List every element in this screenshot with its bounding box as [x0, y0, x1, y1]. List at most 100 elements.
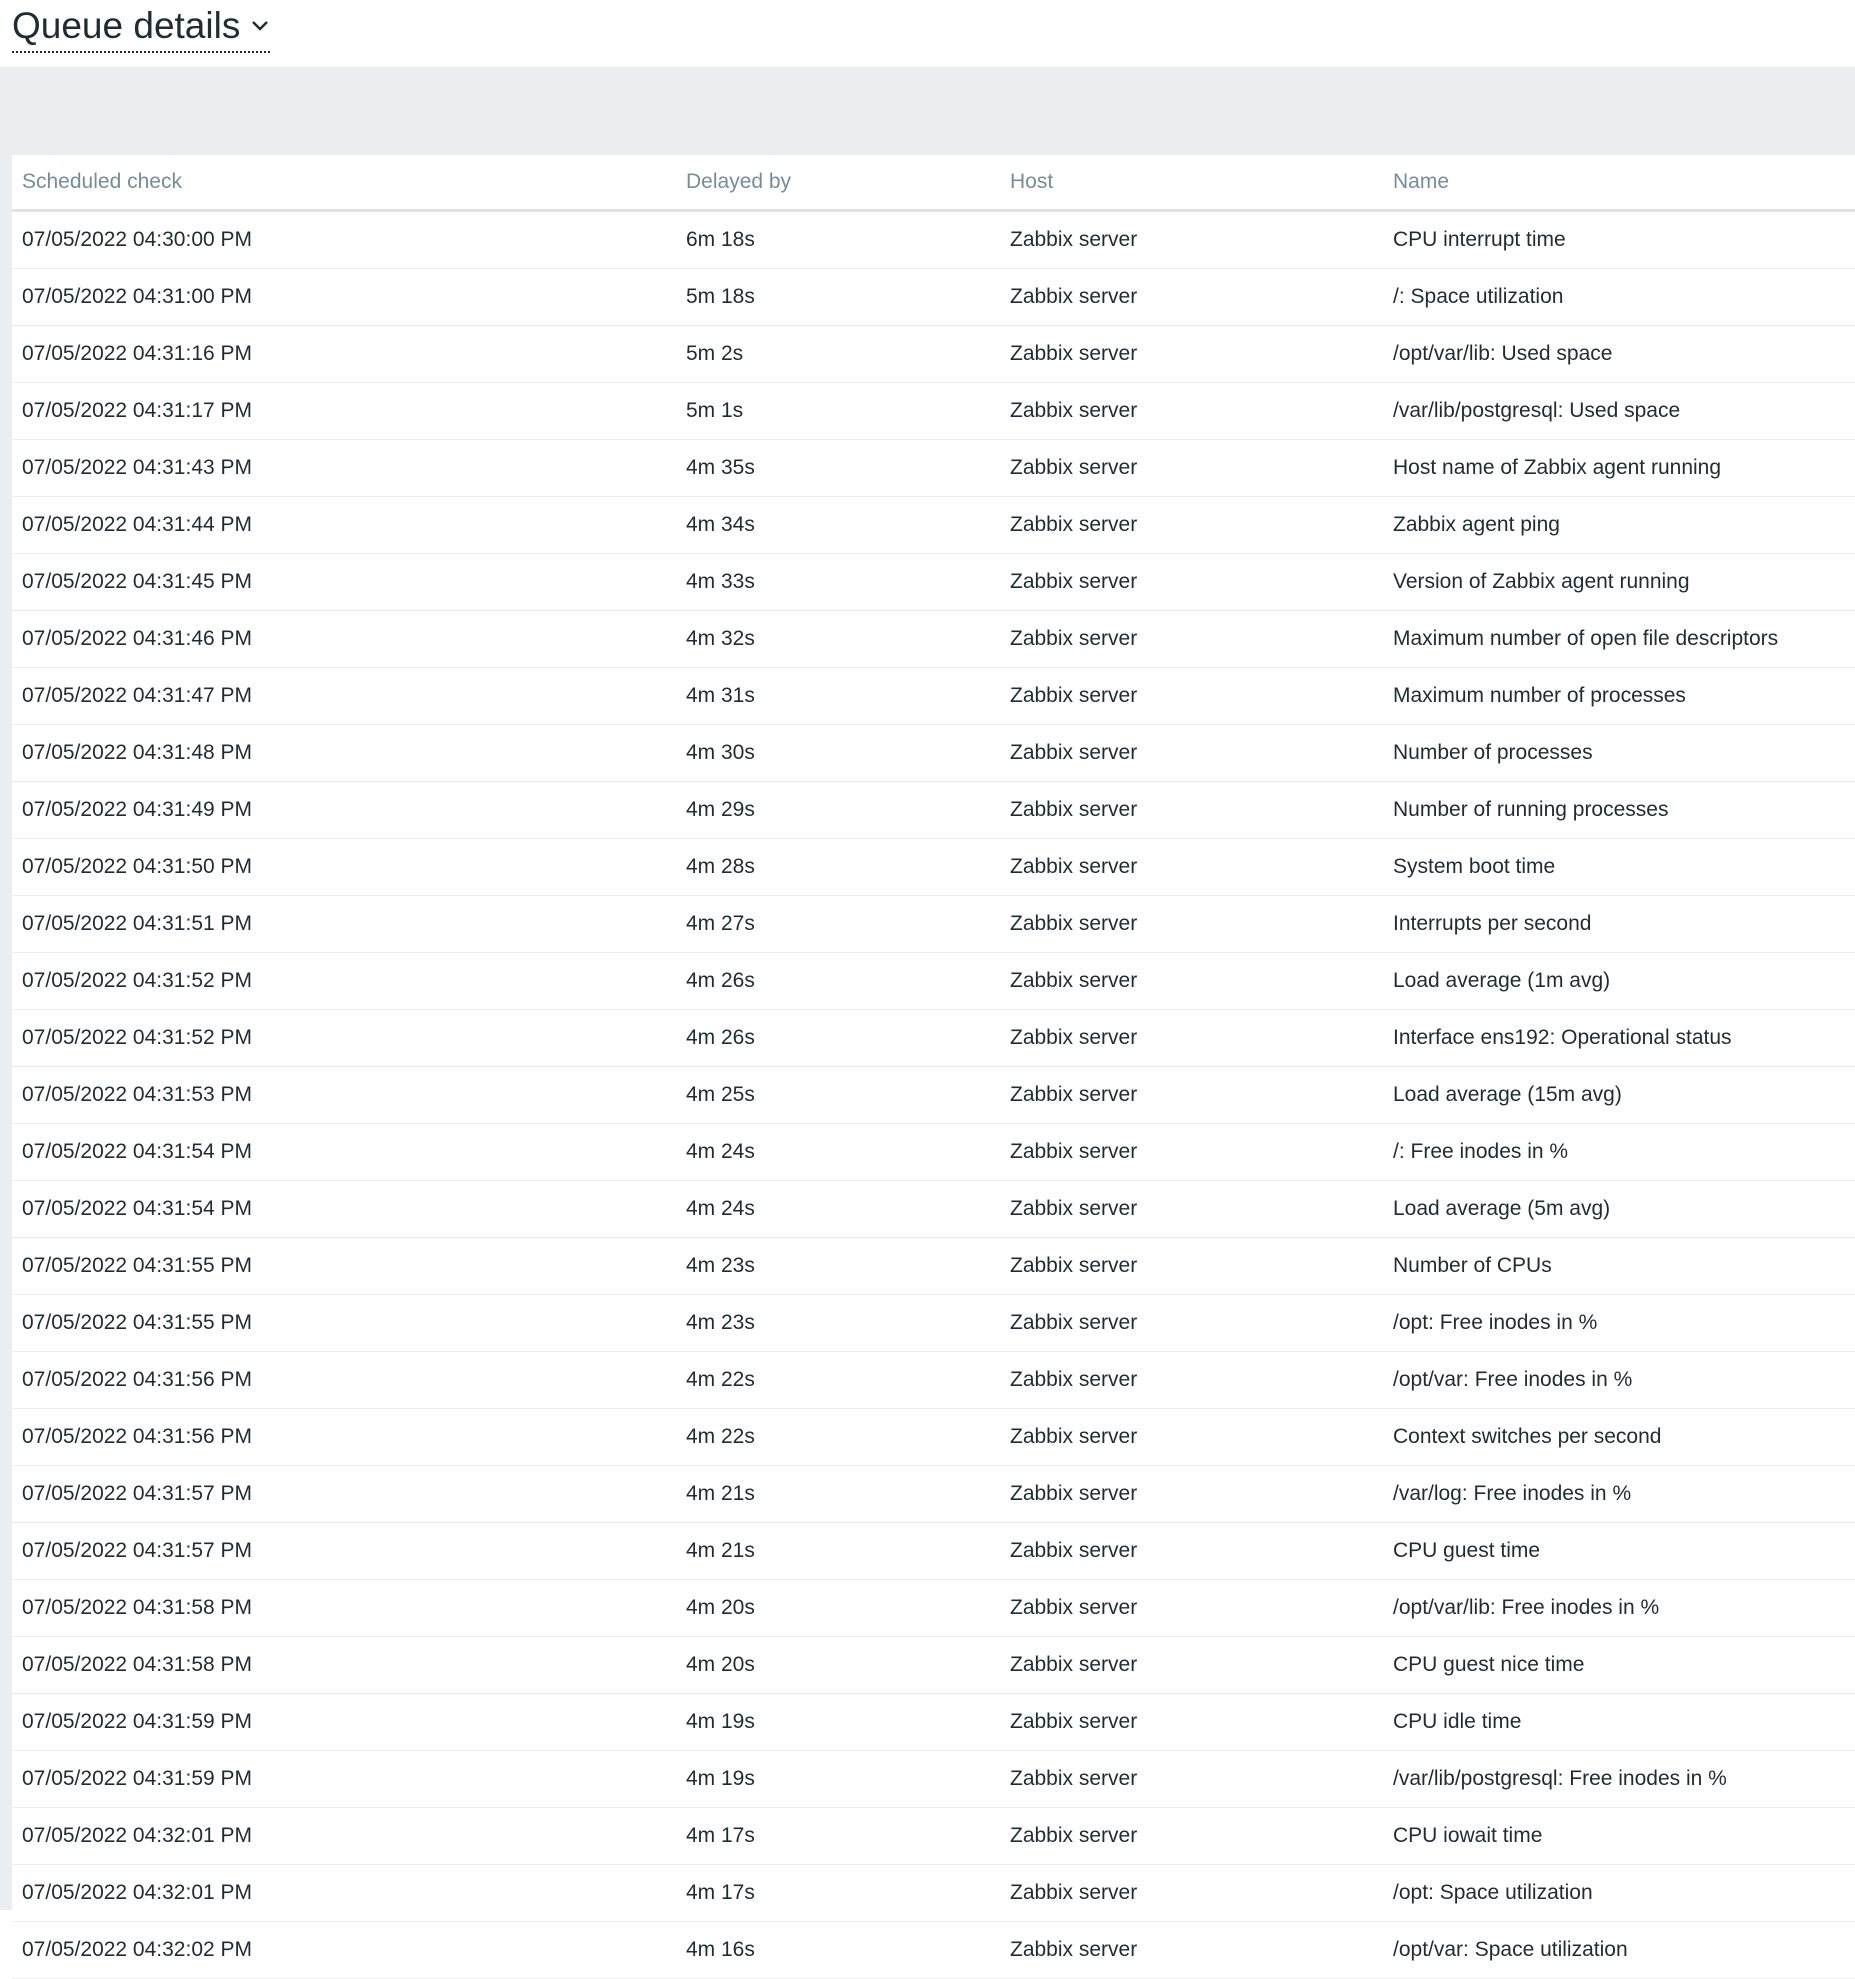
- cell-host: Zabbix server: [1000, 839, 1383, 896]
- cell-host: Zabbix server: [1000, 1865, 1383, 1922]
- cell-delayed-by: 5m 18s: [676, 269, 1000, 326]
- table-row: 07/05/2022 04:31:44 PM4m 34sZabbix serve…: [12, 497, 1855, 554]
- cell-delayed-by: 4m 23s: [676, 1238, 1000, 1295]
- cell-host: Zabbix server: [1000, 383, 1383, 440]
- column-header-host: Host: [1000, 155, 1383, 211]
- table-row: 07/05/2022 04:31:51 PM4m 27sZabbix serve…: [12, 896, 1855, 953]
- cell-name: /opt/var: Free inodes in %: [1383, 1352, 1855, 1409]
- cell-name: Version of Zabbix agent running: [1383, 554, 1855, 611]
- cell-scheduled-check: 07/05/2022 04:31:49 PM: [12, 782, 676, 839]
- cell-delayed-by: 4m 34s: [676, 497, 1000, 554]
- cell-host: Zabbix server: [1000, 1637, 1383, 1694]
- cell-host: Zabbix server: [1000, 1808, 1383, 1865]
- cell-scheduled-check: 07/05/2022 04:32:01 PM: [12, 1865, 676, 1922]
- cell-host: Zabbix server: [1000, 953, 1383, 1010]
- table-row: 07/05/2022 04:31:52 PM4m 26sZabbix serve…: [12, 1010, 1855, 1067]
- cell-delayed-by: 4m 32s: [676, 611, 1000, 668]
- cell-scheduled-check: 07/05/2022 04:31:43 PM: [12, 440, 676, 497]
- cell-scheduled-check: 07/05/2022 04:31:50 PM: [12, 839, 676, 896]
- cell-host: Zabbix server: [1000, 1295, 1383, 1352]
- page-title-dropdown[interactable]: Queue details: [12, 4, 270, 53]
- cell-scheduled-check: 07/05/2022 04:31:52 PM: [12, 1010, 676, 1067]
- cell-name: Maximum number of processes: [1383, 668, 1855, 725]
- cell-name: /opt: Free inodes in %: [1383, 1295, 1855, 1352]
- cell-name: Number of CPUs: [1383, 1238, 1855, 1295]
- cell-host: Zabbix server: [1000, 896, 1383, 953]
- cell-host: Zabbix server: [1000, 1067, 1383, 1124]
- cell-host: Zabbix server: [1000, 782, 1383, 839]
- cell-host: Zabbix server: [1000, 554, 1383, 611]
- cell-scheduled-check: 07/05/2022 04:31:59 PM: [12, 1751, 676, 1808]
- table-row: 07/05/2022 04:31:45 PM4m 33sZabbix serve…: [12, 554, 1855, 611]
- cell-delayed-by: 4m 19s: [676, 1751, 1000, 1808]
- cell-delayed-by: 4m 23s: [676, 1295, 1000, 1352]
- cell-scheduled-check: 07/05/2022 04:31:56 PM: [12, 1409, 676, 1466]
- cell-scheduled-check: 07/05/2022 04:31:55 PM: [12, 1238, 676, 1295]
- cell-host: Zabbix server: [1000, 1523, 1383, 1580]
- page-title: Queue details: [12, 4, 240, 48]
- cell-name: Load average (15m avg): [1383, 1067, 1855, 1124]
- table-row: 07/05/2022 04:31:55 PM4m 23sZabbix serve…: [12, 1295, 1855, 1352]
- table-row: 07/05/2022 04:31:56 PM4m 22sZabbix serve…: [12, 1409, 1855, 1466]
- cell-scheduled-check: 07/05/2022 04:31:57 PM: [12, 1523, 676, 1580]
- cell-name: Number of processes: [1383, 725, 1855, 782]
- cell-delayed-by: 4m 26s: [676, 953, 1000, 1010]
- cell-host: Zabbix server: [1000, 211, 1383, 269]
- cell-host: Zabbix server: [1000, 1580, 1383, 1637]
- table-row: 07/05/2022 04:31:54 PM4m 24sZabbix serve…: [12, 1124, 1855, 1181]
- cell-name: /: Space utilization: [1383, 269, 1855, 326]
- table-row: 07/05/2022 04:31:53 PM4m 25sZabbix serve…: [12, 1067, 1855, 1124]
- table-row: 07/05/2022 04:31:57 PM4m 21sZabbix serve…: [12, 1523, 1855, 1580]
- cell-scheduled-check: 07/05/2022 04:31:53 PM: [12, 1067, 676, 1124]
- cell-name: CPU idle time: [1383, 1694, 1855, 1751]
- cell-name: /var/lib/postgresql: Free inodes in %: [1383, 1751, 1855, 1808]
- cell-name: CPU interrupt time: [1383, 211, 1855, 269]
- cell-delayed-by: 5m 2s: [676, 326, 1000, 383]
- cell-delayed-by: 4m 22s: [676, 1409, 1000, 1466]
- cell-name: /: Free inodes in %: [1383, 1124, 1855, 1181]
- table-row: 07/05/2022 04:31:58 PM4m 20sZabbix serve…: [12, 1580, 1855, 1637]
- content-background: Scheduled checkDelayed byHostName 07/05/…: [0, 67, 1855, 1910]
- cell-host: Zabbix server: [1000, 1922, 1383, 1979]
- table-row: 07/05/2022 04:31:00 PM5m 18sZabbix serve…: [12, 269, 1855, 326]
- cell-scheduled-check: 07/05/2022 04:31:58 PM: [12, 1580, 676, 1637]
- table-row: 07/05/2022 04:31:59 PM4m 19sZabbix serve…: [12, 1694, 1855, 1751]
- cell-delayed-by: 4m 33s: [676, 554, 1000, 611]
- cell-host: Zabbix server: [1000, 1010, 1383, 1067]
- table-row: 07/05/2022 04:31:49 PM4m 29sZabbix serve…: [12, 782, 1855, 839]
- cell-scheduled-check: 07/05/2022 04:31:58 PM: [12, 1637, 676, 1694]
- cell-host: Zabbix server: [1000, 668, 1383, 725]
- cell-name: Load average (5m avg): [1383, 1181, 1855, 1238]
- column-header-scheduled-check: Scheduled check: [12, 155, 676, 211]
- cell-host: Zabbix server: [1000, 1181, 1383, 1238]
- cell-name: CPU guest time: [1383, 1523, 1855, 1580]
- table-row: 07/05/2022 04:30:00 PM6m 18sZabbix serve…: [12, 211, 1855, 269]
- table-row: 07/05/2022 04:31:56 PM4m 22sZabbix serve…: [12, 1352, 1855, 1409]
- cell-host: Zabbix server: [1000, 1124, 1383, 1181]
- cell-host: Zabbix server: [1000, 1352, 1383, 1409]
- cell-host: Zabbix server: [1000, 269, 1383, 326]
- cell-delayed-by: 4m 24s: [676, 1124, 1000, 1181]
- cell-delayed-by: 4m 19s: [676, 1694, 1000, 1751]
- cell-name: Interrupts per second: [1383, 896, 1855, 953]
- cell-delayed-by: 4m 28s: [676, 839, 1000, 896]
- cell-delayed-by: 4m 30s: [676, 725, 1000, 782]
- queue-table-container: Scheduled checkDelayed byHostName 07/05/…: [12, 155, 1855, 1910]
- cell-scheduled-check: 07/05/2022 04:31:54 PM: [12, 1181, 676, 1238]
- cell-name: System boot time: [1383, 839, 1855, 896]
- cell-name: Maximum number of open file descriptors: [1383, 611, 1855, 668]
- table-row: 07/05/2022 04:31:59 PM4m 19sZabbix serve…: [12, 1751, 1855, 1808]
- table-row: 07/05/2022 04:31:54 PM4m 24sZabbix serve…: [12, 1181, 1855, 1238]
- cell-delayed-by: 4m 22s: [676, 1352, 1000, 1409]
- chevron-down-icon: [250, 19, 270, 33]
- cell-name: CPU iowait time: [1383, 1808, 1855, 1865]
- cell-scheduled-check: 07/05/2022 04:31:52 PM: [12, 953, 676, 1010]
- cell-name: Interface ens192: Operational status: [1383, 1010, 1855, 1067]
- cell-name: CPU guest nice time: [1383, 1637, 1855, 1694]
- cell-delayed-by: 4m 27s: [676, 896, 1000, 953]
- cell-host: Zabbix server: [1000, 1694, 1383, 1751]
- cell-name: Context switches per second: [1383, 1409, 1855, 1466]
- cell-delayed-by: 4m 24s: [676, 1181, 1000, 1238]
- table-row: 07/05/2022 04:31:46 PM4m 32sZabbix serve…: [12, 611, 1855, 668]
- cell-name: /var/log: Free inodes in %: [1383, 1466, 1855, 1523]
